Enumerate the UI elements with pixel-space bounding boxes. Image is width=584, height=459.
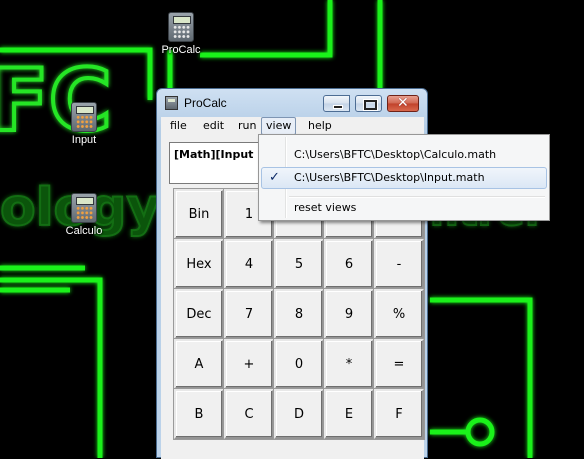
key-c[interactable]: C	[224, 389, 274, 439]
key-0[interactable]: 0	[274, 339, 324, 389]
view-menu-item-input[interactable]: ✓ C:\Users\BFTC\Desktop\Input.math	[261, 167, 547, 189]
key-a[interactable]: A	[174, 339, 224, 389]
key-e[interactable]: E	[324, 389, 374, 439]
view-menu-item-reset-views[interactable]: reset views	[261, 197, 547, 219]
view-menu-item-calculo[interactable]: C:\Users\BFTC\Desktop\Calculo.math	[261, 144, 547, 166]
maximize-icon	[364, 100, 377, 110]
app-icon[interactable]	[165, 96, 178, 110]
menu-item-label: reset views	[294, 201, 357, 214]
key-dec[interactable]: Dec	[174, 289, 224, 339]
key-minus[interactable]: -	[374, 239, 424, 289]
desktop-icon-label: ProCalc	[161, 44, 201, 56]
calculator-icon	[168, 12, 194, 42]
maximize-button[interactable]	[355, 95, 382, 112]
desktop-icon-label: Calculo	[65, 225, 103, 237]
key-7[interactable]: 7	[224, 289, 274, 339]
desktop-icon-procalc[interactable]: ProCalc	[149, 12, 213, 56]
key-4[interactable]: 4	[224, 239, 274, 289]
key-bin[interactable]: Bin	[174, 189, 224, 239]
key-6[interactable]: 6	[324, 239, 374, 289]
menu-edit[interactable]: edit	[199, 118, 228, 134]
minimize-icon	[333, 105, 343, 109]
calculator-icon	[71, 193, 97, 223]
key-8[interactable]: 8	[274, 289, 324, 339]
key-b[interactable]: B	[174, 389, 224, 439]
key-equals[interactable]: =	[374, 339, 424, 389]
menu-item-label: C:\Users\BFTC\Desktop\Input.math	[294, 171, 485, 184]
minimize-button[interactable]	[323, 95, 350, 112]
close-icon: ✕	[397, 95, 409, 111]
desktop-icon-input[interactable]: Input	[52, 102, 116, 146]
title-bar[interactable]: ProCalc ✕	[157, 89, 427, 117]
key-percent[interactable]: %	[374, 289, 424, 339]
key-d[interactable]: D	[274, 389, 324, 439]
checkmark-icon: ✓	[269, 170, 280, 185]
key-5[interactable]: 5	[274, 239, 324, 289]
menu-file[interactable]: file	[166, 118, 191, 134]
calculator-icon	[71, 102, 97, 132]
desktop-icon-calculo[interactable]: Calculo	[52, 193, 116, 237]
window-title: ProCalc	[184, 96, 227, 110]
key-f[interactable]: F	[374, 389, 424, 439]
view-menu-dropdown: C:\Users\BFTC\Desktop\Calculo.math ✓ C:\…	[258, 134, 550, 221]
key-plus[interactable]: +	[224, 339, 274, 389]
key-9[interactable]: 9	[324, 289, 374, 339]
menu-run[interactable]: run	[234, 118, 260, 134]
key-multiply[interactable]: *	[324, 339, 374, 389]
menu-item-label: C:\Users\BFTC\Desktop\Calculo.math	[294, 148, 497, 161]
close-button[interactable]: ✕	[387, 95, 419, 112]
menu-help[interactable]: help	[304, 118, 336, 134]
menu-bar: file edit run view help	[161, 117, 424, 135]
menu-view[interactable]: view	[261, 117, 297, 135]
key-hex[interactable]: Hex	[174, 239, 224, 289]
desktop-icon-label: Input	[71, 134, 97, 146]
